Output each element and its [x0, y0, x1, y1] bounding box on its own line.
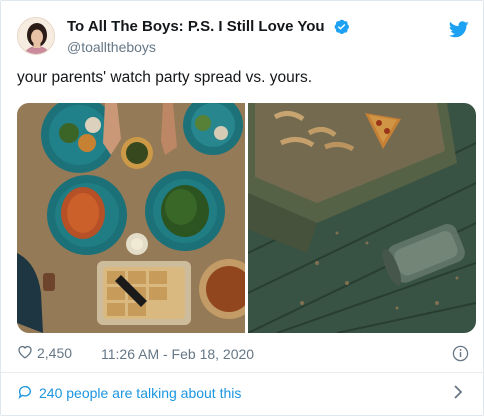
avatar[interactable]	[17, 17, 55, 55]
speech-bubble-icon	[17, 384, 39, 403]
account-names: To All The Boys: P.S. I Still Love You @…	[67, 18, 350, 55]
chevron-right-icon[interactable]	[453, 385, 469, 402]
tweet-header: To All The Boys: P.S. I Still Love You @…	[17, 15, 469, 59]
verified-badge-icon	[333, 18, 350, 35]
watch-party-spread-image[interactable]	[17, 103, 259, 333]
info-icon[interactable]	[452, 345, 469, 365]
tweet-text: your parents' watch party spread vs. you…	[17, 69, 313, 86]
like-button[interactable]: 2,450	[17, 344, 72, 362]
tweet-card[interactable]: To All The Boys: P.S. I Still Love You @…	[0, 0, 484, 416]
display-name[interactable]: To All The Boys: P.S. I Still Love You	[67, 18, 325, 35]
divider	[1, 372, 483, 373]
tweet-timestamp[interactable]: 11:26 AM - Feb 18, 2020	[101, 346, 254, 362]
conversation-text: 240 people are talking about this	[39, 385, 242, 401]
heart-icon	[17, 344, 37, 362]
account-handle[interactable]: @toalltheboys	[67, 39, 350, 55]
tweet-media[interactable]	[17, 103, 476, 333]
tweet-meta: 2,450 11:26 AM - Feb 18, 2020	[17, 343, 469, 365]
your-spread-image[interactable]	[248, 103, 476, 333]
conversation-link[interactable]: 240 people are talking about this	[17, 381, 469, 405]
like-count: 2,450	[37, 345, 73, 361]
twitter-bird-icon[interactable]	[448, 21, 469, 38]
